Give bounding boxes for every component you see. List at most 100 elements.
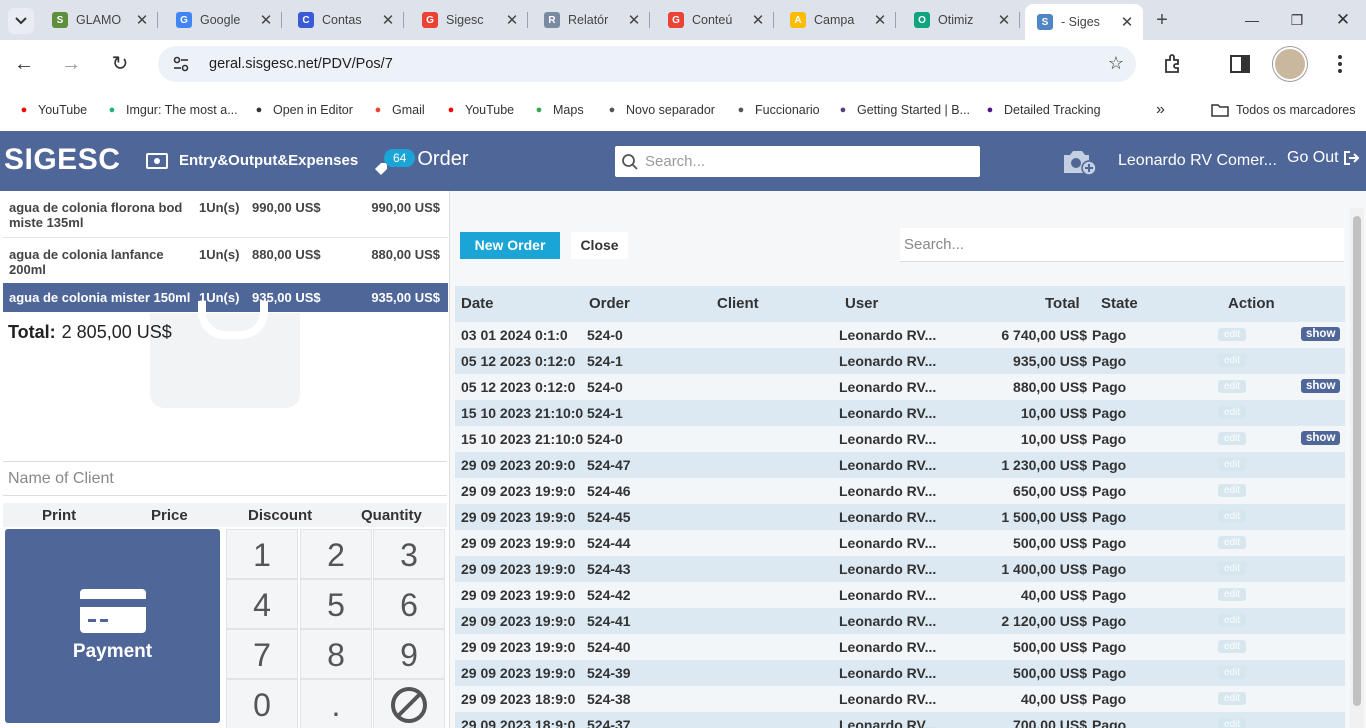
- browser-tab[interactable]: S GLAMO ✕: [40, 6, 158, 34]
- col-state[interactable]: State: [1101, 295, 1138, 312]
- restore-button[interactable]: ❐: [1285, 8, 1309, 32]
- col-client[interactable]: Client: [717, 295, 759, 312]
- orders-scrollbar[interactable]: [1350, 208, 1364, 728]
- tab-close-icon[interactable]: ✕: [134, 11, 150, 29]
- url-text[interactable]: geral.sisgesc.net/PDV/Pos/7: [209, 56, 393, 72]
- show-button[interactable]: show: [1301, 431, 1341, 445]
- scrollbar-thumb[interactable]: [1353, 216, 1361, 706]
- show-button[interactable]: show: [1301, 327, 1341, 341]
- browser-tab-active[interactable]: S - Siges ✕: [1025, 4, 1143, 40]
- table-row[interactable]: 29 09 2023 19:9:0 524-39 Leonardo RV... 500…: [455, 660, 1345, 686]
- minimize-button[interactable]: —: [1240, 8, 1264, 32]
- table-row[interactable]: 29 09 2023 18:9:0 524-37 Leonardo RV... 700…: [455, 712, 1345, 728]
- table-row[interactable]: 05 12 2023 0:12:0 524-1 Leonardo RV... 935,…: [455, 348, 1345, 374]
- edit-button[interactable]: edit: [1218, 614, 1247, 627]
- bookmark-item[interactable]: ● Gmail: [370, 101, 425, 119]
- bookmark-item[interactable]: ● Detailed Tracking: [982, 101, 1101, 119]
- more-menu-icon[interactable]: [1328, 52, 1352, 76]
- table-row[interactable]: 29 09 2023 19:9:0 524-44 Leonardo RV... 500…: [455, 530, 1345, 556]
- table-row[interactable]: 29 09 2023 19:9:0 524-41 Leonardo RV... 2 1…: [455, 608, 1345, 634]
- edit-button[interactable]: edit: [1218, 718, 1247, 728]
- table-row[interactable]: 29 09 2023 19:9:0 524-42 Leonardo RV... 40,…: [455, 582, 1345, 608]
- col-total[interactable]: Total: [1045, 295, 1080, 312]
- key-0[interactable]: 0: [226, 679, 298, 728]
- edit-button[interactable]: edit: [1218, 354, 1247, 367]
- edit-button[interactable]: edit: [1218, 692, 1247, 705]
- table-row[interactable]: 29 09 2023 19:9:0 524-45 Leonardo RV... 1 5…: [455, 504, 1345, 530]
- app-search-input[interactable]: [645, 153, 965, 170]
- edit-button[interactable]: edit: [1218, 328, 1247, 341]
- bookmark-item[interactable]: ● YouTube: [443, 101, 514, 119]
- tab-close-icon[interactable]: ✕: [258, 11, 274, 29]
- extensions-icon[interactable]: [1161, 52, 1185, 76]
- side-panel-icon[interactable]: [1228, 52, 1252, 76]
- table-row[interactable]: 15 10 2023 21:10:0 524-0 Leonardo RV... 10,…: [455, 426, 1345, 452]
- address-bar[interactable]: geral.sisgesc.net/PDV/Pos/7 ☆: [158, 46, 1136, 82]
- back-button[interactable]: ←: [10, 50, 38, 78]
- table-row[interactable]: 03 01 2024 0:1:0 524-0 Leonardo RV... 6 740…: [455, 322, 1345, 348]
- edit-button[interactable]: edit: [1218, 588, 1247, 601]
- bookmarks-overflow-button[interactable]: »: [1156, 101, 1165, 119]
- key-5[interactable]: 5: [300, 579, 372, 629]
- tab-close-icon[interactable]: ✕: [504, 11, 520, 29]
- company-name[interactable]: Leonardo RV Comer...: [1118, 152, 1277, 170]
- key-2[interactable]: 2: [300, 529, 372, 579]
- browser-tab[interactable]: A Campa ✕: [778, 6, 896, 34]
- key-dot[interactable]: .: [300, 679, 372, 728]
- table-row[interactable]: 05 12 2023 0:12:0 524-0 Leonardo RV... 880,…: [455, 374, 1345, 400]
- nav-entry-output-expenses[interactable]: Entry&Output&Expenses: [146, 152, 358, 169]
- edit-button[interactable]: edit: [1218, 562, 1247, 575]
- nav-order[interactable]: 64 Order: [374, 148, 468, 175]
- bookmark-item[interactable]: ● YouTube: [16, 101, 87, 119]
- edit-button[interactable]: edit: [1218, 640, 1247, 653]
- key-6[interactable]: 6: [373, 579, 445, 629]
- col-action[interactable]: Action: [1228, 295, 1275, 312]
- browser-tab[interactable]: G Sigesc ✕: [410, 6, 528, 34]
- bookmark-item[interactable]: ● Novo separador: [604, 101, 715, 119]
- new-tab-button[interactable]: +: [1150, 8, 1174, 32]
- reload-button[interactable]: ↻: [106, 50, 134, 78]
- key-4[interactable]: 4: [226, 579, 298, 629]
- table-row[interactable]: 29 09 2023 19:9:0 524-40 Leonardo RV... 500…: [455, 634, 1345, 660]
- edit-button[interactable]: edit: [1218, 380, 1247, 393]
- bookmark-item[interactable]: ● Fuccionario: [733, 101, 820, 119]
- bookmark-item[interactable]: ● Open in Editor: [251, 101, 353, 119]
- client-name-input[interactable]: [8, 462, 438, 495]
- go-out-button[interactable]: Go Out: [1287, 149, 1360, 167]
- edit-button[interactable]: edit: [1218, 432, 1247, 445]
- table-row[interactable]: 29 09 2023 20:9:0 524-47 Leonardo RV... 1 2…: [455, 452, 1345, 478]
- browser-tab[interactable]: G Google ✕: [164, 6, 282, 34]
- tab-close-icon[interactable]: ✕: [380, 11, 396, 29]
- col-date[interactable]: Date: [461, 295, 494, 312]
- site-settings-icon[interactable]: [172, 55, 190, 73]
- clear-key[interactable]: [373, 679, 445, 728]
- close-button[interactable]: Close: [571, 232, 628, 259]
- discount-option[interactable]: Discount: [248, 507, 312, 524]
- tab-close-icon[interactable]: ✕: [996, 11, 1012, 29]
- key-3[interactable]: 3: [373, 529, 445, 579]
- bookmark-item[interactable]: ● Getting Started | B...: [835, 101, 970, 119]
- key-9[interactable]: 9: [373, 629, 445, 679]
- profile-avatar[interactable]: [1273, 47, 1307, 81]
- tab-close-icon[interactable]: ✕: [1119, 13, 1135, 31]
- edit-button[interactable]: edit: [1218, 458, 1247, 471]
- col-user[interactable]: User: [845, 295, 878, 312]
- edit-button[interactable]: edit: [1218, 484, 1247, 497]
- key-1[interactable]: 1: [226, 529, 298, 579]
- price-option[interactable]: Price: [151, 507, 188, 524]
- key-8[interactable]: 8: [300, 629, 372, 679]
- orders-search-input[interactable]: [900, 228, 1330, 260]
- tab-close-icon[interactable]: ✕: [626, 11, 642, 29]
- brand-logo[interactable]: SIGESC: [4, 143, 120, 177]
- show-button[interactable]: show: [1301, 379, 1341, 393]
- add-camera-icon[interactable]: [1062, 147, 1098, 177]
- table-row[interactable]: 15 10 2023 21:10:0 524-1 Leonardo RV... 10,…: [455, 400, 1345, 426]
- browser-tab[interactable]: O Otimiz ✕: [902, 6, 1020, 34]
- edit-button[interactable]: edit: [1218, 536, 1247, 549]
- orders-search-box[interactable]: [900, 228, 1344, 262]
- col-order[interactable]: Order: [589, 295, 630, 312]
- bookmark-item[interactable]: ● Maps: [531, 101, 584, 119]
- close-window-button[interactable]: ✕: [1331, 8, 1355, 32]
- key-7[interactable]: 7: [226, 629, 298, 679]
- cart-item[interactable]: agua de colonia florona bod miste 135ml …: [3, 191, 448, 238]
